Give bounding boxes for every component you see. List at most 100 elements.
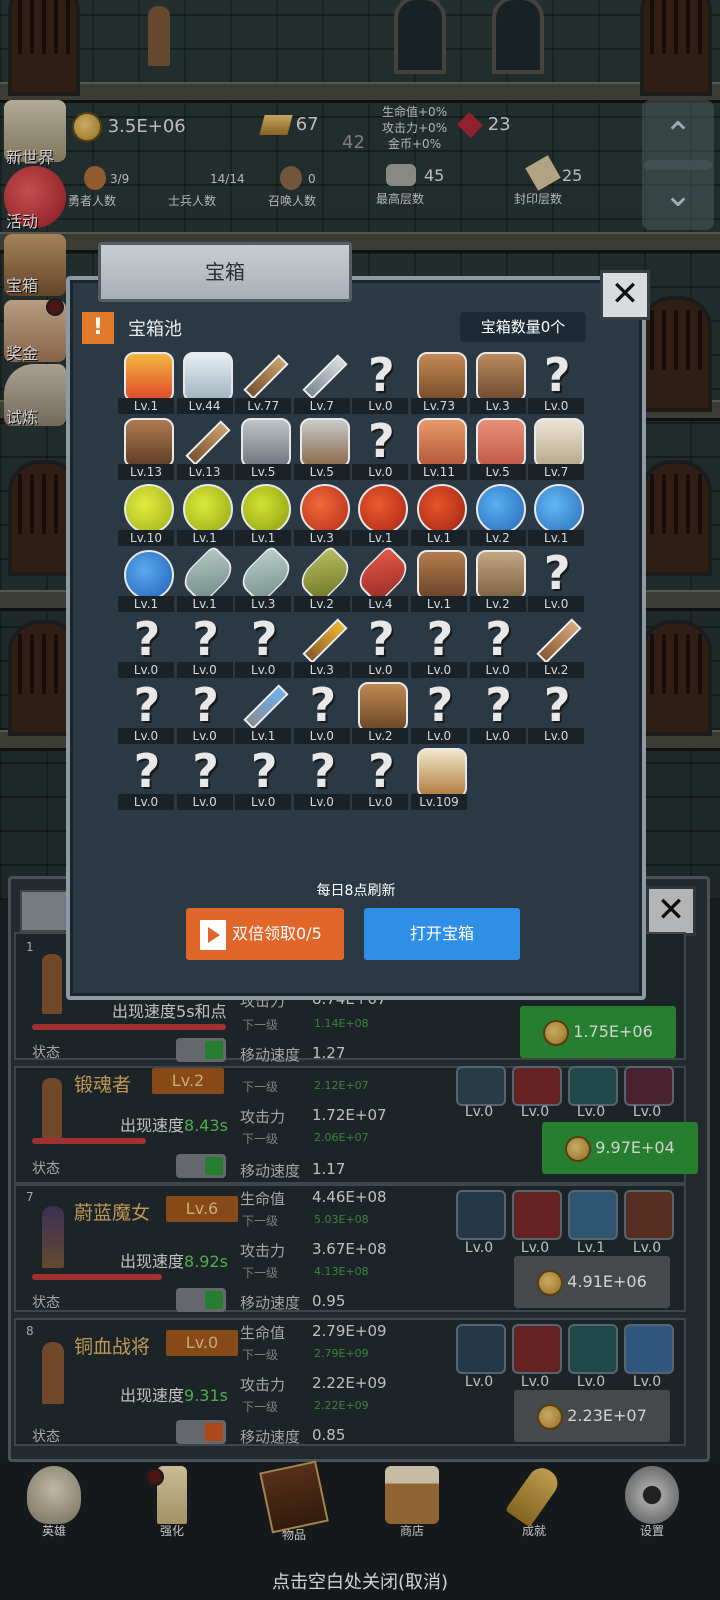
item-level: Lv.5 <box>235 464 292 480</box>
item-level: Lv.0 <box>293 794 350 810</box>
chest-item[interactable]: Lv.13 <box>118 416 174 482</box>
chest-item[interactable]: ? Lv.0 <box>293 746 350 812</box>
chest-item[interactable]: Lv.2 <box>528 614 585 680</box>
chest-item[interactable]: Lv.5 <box>293 416 350 482</box>
item-level: Lv.2 <box>293 596 350 612</box>
chest-item[interactable]: Lv.7 <box>528 416 585 482</box>
armor-icon <box>475 352 526 402</box>
chest-item[interactable]: Lv.1 <box>118 548 174 614</box>
helmet-icon <box>124 418 174 468</box>
chest-item[interactable]: Lv.1 <box>352 482 409 548</box>
item-level: Lv.0 <box>235 662 292 678</box>
item-level: Lv.109 <box>411 794 467 810</box>
unknown-icon: ? <box>192 678 219 732</box>
item-level: Lv.1 <box>352 530 409 546</box>
unknown-icon: ? <box>543 348 571 402</box>
chest-item[interactable]: Lv.7 <box>293 350 350 416</box>
item-level: Lv.0 <box>176 728 233 744</box>
chest-item[interactable]: Lv.1 <box>235 482 292 548</box>
item-level: Lv.0 <box>528 728 585 744</box>
chest-item[interactable]: ? Lv.0 <box>293 680 350 746</box>
item-level: Lv.0 <box>352 398 409 414</box>
chest-item[interactable]: ? Lv.0 <box>528 546 585 614</box>
item-level: Lv.3 <box>293 530 350 546</box>
chest-item[interactable]: ? Lv.0 <box>235 614 292 680</box>
chest-item[interactable]: ? Lv.0 <box>411 680 467 746</box>
chest-item[interactable]: Lv.77 <box>235 350 292 416</box>
item-level: Lv.5 <box>293 464 350 480</box>
hammer-icon <box>299 418 350 468</box>
pool-title: 宝箱池 <box>128 319 182 340</box>
chest-item[interactable]: Lv.3 <box>235 544 297 614</box>
item-level: Lv.10 <box>118 530 174 546</box>
chest-item[interactable]: Lv.5 <box>235 416 292 482</box>
chest-item[interactable]: ? Lv.0 <box>176 612 233 680</box>
armor-icon <box>417 352 467 402</box>
unknown-icon: ? <box>250 744 278 798</box>
unknown-icon: ? <box>192 612 219 666</box>
chest-item[interactable]: Lv.3 <box>469 350 526 416</box>
open-chest-button[interactable]: 打开宝箱 <box>364 908 520 960</box>
item-level: Lv.0 <box>293 728 350 744</box>
potion-red-icon <box>417 484 467 534</box>
boot-icon <box>417 550 467 600</box>
chest-item[interactable]: Lv.2 <box>352 680 409 746</box>
staff-icon <box>536 618 582 664</box>
chest-item[interactable]: ? Lv.0 <box>118 746 174 812</box>
chest-item[interactable]: Lv.44 <box>176 350 233 416</box>
chest-item[interactable]: ? Lv.0 <box>235 744 292 812</box>
potion-yellow-icon <box>124 484 174 534</box>
sword-icon <box>302 354 348 400</box>
chest-item[interactable]: ? Lv.0 <box>118 614 174 680</box>
chest-item[interactable]: Lv.3 <box>293 482 350 548</box>
chest-item[interactable]: Lv.73 <box>411 350 467 416</box>
chest-item[interactable]: Lv.13 <box>176 416 233 482</box>
chest-item[interactable]: Lv.2 <box>293 544 355 614</box>
item-level: Lv.4 <box>352 596 409 612</box>
unknown-icon: ? <box>543 546 571 600</box>
chest-item[interactable]: ? Lv.0 <box>352 744 409 812</box>
unknown-icon: ? <box>192 744 219 798</box>
unknown-icon: ? <box>368 744 395 798</box>
potion-yellow-icon <box>241 484 292 534</box>
chest-item[interactable]: ? Lv.0 <box>411 614 467 680</box>
unknown-icon: ? <box>133 678 161 732</box>
chest-item[interactable]: ? Lv.0 <box>528 348 585 416</box>
chest-item[interactable]: ? Lv.0 <box>528 680 585 746</box>
chest-item[interactable]: Lv.2 <box>469 482 526 548</box>
exclamation-icon[interactable]: ! <box>82 312 114 344</box>
chest-item[interactable]: Lv.3 <box>293 614 350 680</box>
chest-item[interactable]: Lv.2 <box>469 548 526 614</box>
chest-item[interactable]: ? Lv.0 <box>352 612 409 680</box>
chest-item[interactable]: Lv.11 <box>411 416 467 482</box>
chest-item[interactable]: Lv.109 <box>411 746 467 812</box>
chest-item[interactable]: Lv.5 <box>469 416 526 482</box>
chest-item[interactable]: Lv.4 <box>352 544 414 614</box>
item-level: Lv.0 <box>118 728 174 744</box>
chest-item[interactable]: Lv.1 <box>176 544 238 614</box>
item-level: Lv.1 <box>528 530 585 546</box>
potion-red-icon <box>358 484 409 534</box>
chest-item[interactable]: ? Lv.0 <box>176 744 233 812</box>
double-claim-button[interactable]: 双倍领取0/5 <box>186 908 344 960</box>
item-level: Lv.44 <box>176 398 233 414</box>
chest-item[interactable]: Lv.1 <box>235 680 292 746</box>
chest-item[interactable]: ? Lv.0 <box>352 348 409 416</box>
chest-item[interactable]: Lv.1 <box>528 482 585 548</box>
chest-item[interactable]: ? Lv.0 <box>352 416 409 482</box>
chest-item[interactable]: Lv.10 <box>118 482 174 548</box>
chest-item[interactable]: ? Lv.0 <box>176 678 233 746</box>
chest-item[interactable]: Lv.1 <box>411 548 467 614</box>
item-level: Lv.0 <box>352 662 409 678</box>
unknown-icon: ? <box>368 348 395 402</box>
chest-item[interactable]: Lv.1 <box>411 482 467 548</box>
unknown-icon: ? <box>368 612 395 666</box>
chest-item[interactable]: Lv.1 <box>176 482 233 548</box>
chest-item[interactable]: ? Lv.0 <box>118 680 174 746</box>
item-level: Lv.0 <box>528 596 585 612</box>
chest-item[interactable]: ? Lv.0 <box>469 680 526 746</box>
item-level: Lv.0 <box>235 794 292 810</box>
modal-close-button[interactable]: ✕ <box>600 270 650 320</box>
chest-item[interactable]: ? Lv.0 <box>469 614 526 680</box>
chest-item[interactable]: Lv.1 <box>118 350 174 416</box>
